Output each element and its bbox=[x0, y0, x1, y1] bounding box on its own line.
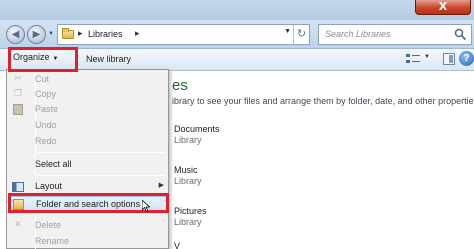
menu-item-cut-label: Cut bbox=[35, 74, 50, 84]
menu-item-undo[interactable]: Undo bbox=[8, 118, 168, 133]
menu-item-rename[interactable]: Rename bbox=[8, 234, 168, 249]
back-arrow-icon: ◀ bbox=[11, 29, 20, 40]
breadcrumb-separator[interactable]: ▸ bbox=[78, 28, 83, 39]
menu-item-select-all-label: Select all bbox=[35, 159, 72, 169]
menu-item-redo-label: Redo bbox=[35, 136, 57, 146]
menu-item-redo[interactable]: Redo bbox=[8, 134, 168, 149]
library-music-type: Library bbox=[174, 176, 202, 186]
menu-separator bbox=[37, 175, 165, 176]
library-pictures-type: Library bbox=[174, 217, 202, 227]
breadcrumb-separator-trailing[interactable]: ▸ bbox=[135, 28, 140, 39]
copy-icon: ❐ bbox=[13, 89, 23, 99]
menu-item-paste[interactable]: Paste bbox=[8, 102, 168, 117]
delete-icon: ✕ bbox=[14, 220, 22, 230]
menu-separator bbox=[37, 214, 165, 215]
address-bar[interactable]: ▸ Libraries ▸ ▼ ↻ bbox=[57, 24, 310, 45]
menu-item-layout-label: Layout bbox=[35, 181, 63, 191]
menu-item-copy-label: Copy bbox=[35, 89, 57, 99]
menu-item-delete-label: Delete bbox=[35, 220, 62, 230]
menu-item-copy[interactable]: ❐ Copy bbox=[8, 87, 168, 102]
help-button[interactable]: ? bbox=[459, 51, 474, 66]
view-options-dropdown[interactable]: ▼ bbox=[424, 54, 430, 60]
title-bar bbox=[0, 0, 474, 20]
menu-item-layout[interactable]: Layout ▶ bbox=[8, 179, 168, 194]
submenu-arrow-icon: ▶ bbox=[158, 182, 164, 189]
forward-arrow-icon: ▶ bbox=[32, 29, 41, 40]
breadcrumb-libraries[interactable]: Libraries bbox=[88, 29, 123, 39]
address-dropdown-icon[interactable]: ▼ bbox=[284, 28, 291, 35]
layout-icon bbox=[12, 182, 24, 192]
close-button[interactable]: X bbox=[415, 0, 471, 15]
library-documents-type: Library bbox=[174, 135, 202, 145]
menu-item-undo-label: Undo bbox=[35, 120, 57, 130]
forward-button[interactable]: ▶ bbox=[27, 25, 46, 44]
menu-item-cut[interactable]: ✂ Cut bbox=[8, 72, 168, 87]
menu-item-delete[interactable]: ✕ Delete bbox=[8, 218, 168, 233]
preview-pane-icon[interactable] bbox=[443, 53, 455, 65]
paste-icon bbox=[13, 104, 23, 115]
refresh-button[interactable]: ↻ bbox=[293, 25, 309, 44]
search-icon[interactable] bbox=[454, 28, 467, 41]
scissors-icon: ✂ bbox=[14, 74, 22, 84]
search-placeholder: Search Libraries bbox=[325, 29, 391, 39]
menu-item-rename-label: Rename bbox=[35, 236, 70, 246]
organize-menu: ✂ Cut ❐ Copy Paste Undo Redo Select all … bbox=[6, 69, 169, 249]
libraries-heading: es bbox=[172, 77, 188, 94]
library-documents[interactable]: Documents bbox=[174, 124, 220, 134]
refresh-icon: ↻ bbox=[296, 27, 307, 40]
search-input[interactable]: Search Libraries bbox=[318, 24, 472, 45]
libraries-description: ibrary to see your files and arrange the… bbox=[172, 96, 474, 106]
recent-pages-dropdown[interactable]: ▼ bbox=[48, 31, 54, 37]
new-library-button[interactable]: New library bbox=[86, 54, 131, 64]
menu-item-select-all[interactable]: Select all bbox=[8, 157, 168, 172]
library-music[interactable]: Music bbox=[174, 165, 198, 175]
annotation-organize-highlight bbox=[8, 47, 78, 72]
library-pictures[interactable]: Pictures bbox=[174, 206, 207, 216]
library-videos[interactable]: V bbox=[174, 241, 180, 249]
back-button[interactable]: ◀ bbox=[6, 25, 25, 44]
libraries-folder-icon bbox=[62, 28, 74, 39]
help-icon: ? bbox=[463, 53, 470, 64]
menu-item-paste-label: Paste bbox=[35, 104, 59, 114]
mouse-cursor-icon bbox=[142, 200, 150, 212]
menu-separator bbox=[37, 152, 165, 153]
